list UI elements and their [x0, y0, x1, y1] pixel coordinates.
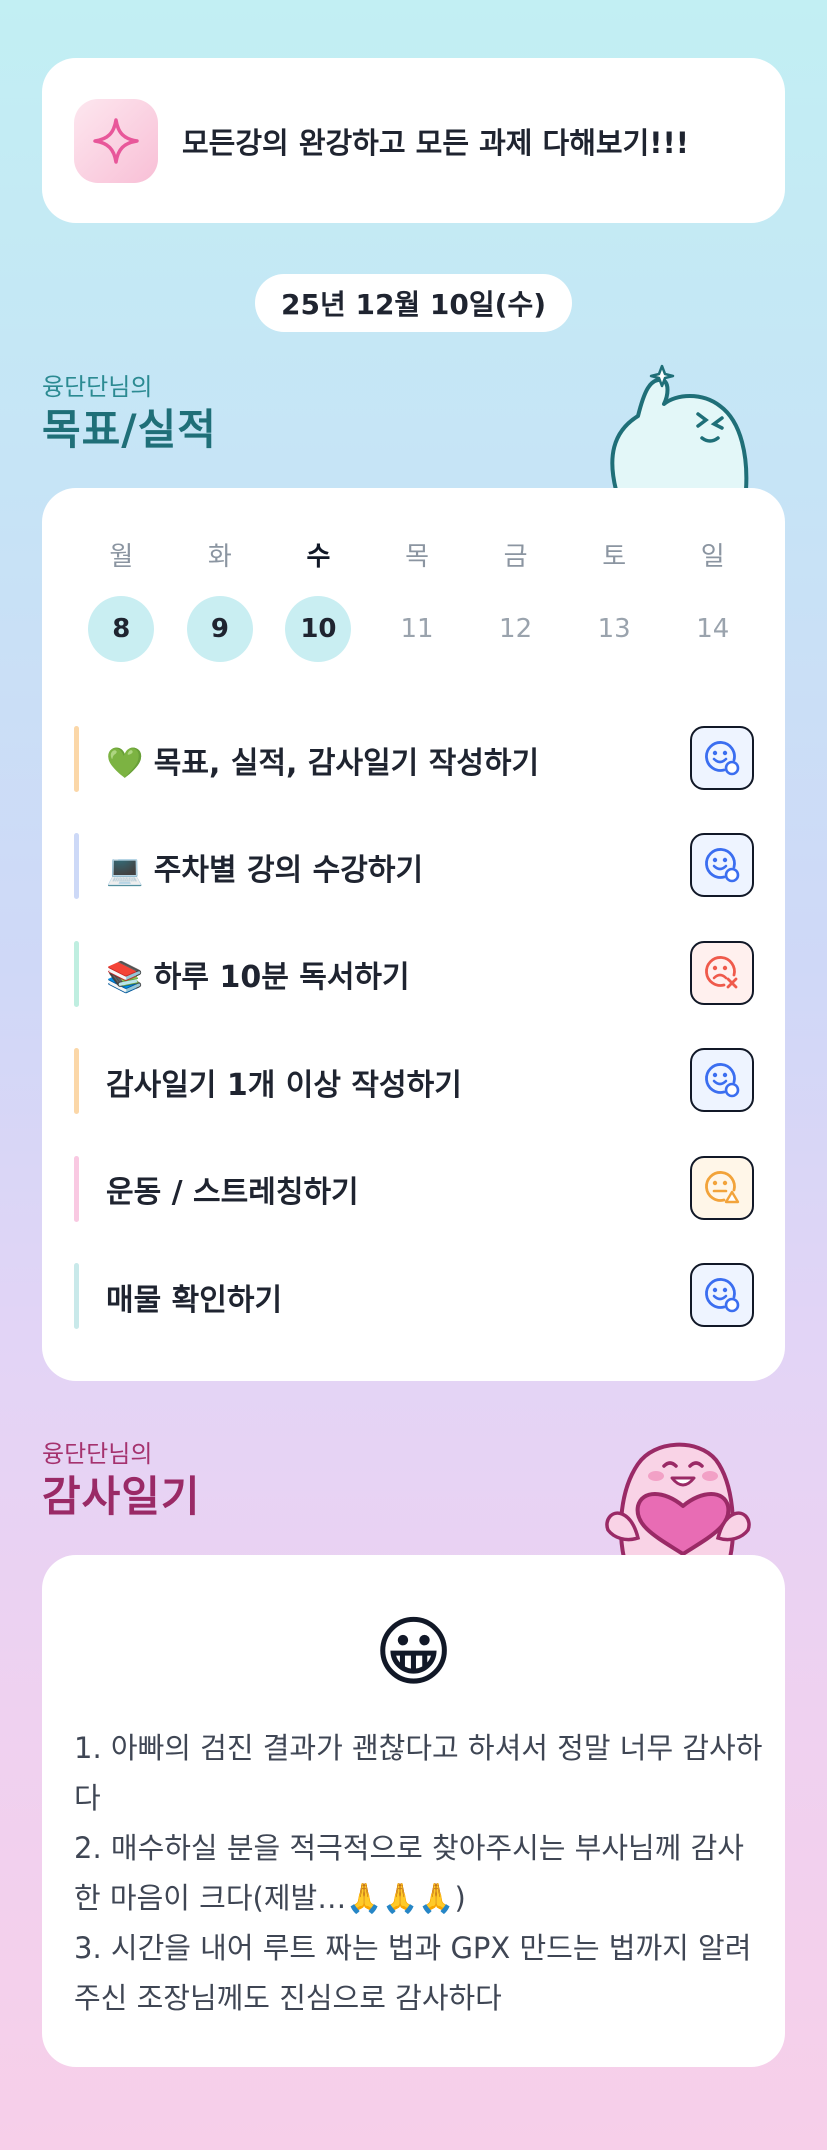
task-item[interactable]: 📚 하루 10분 독서하기 [74, 921, 754, 1028]
task-color-bar [74, 1048, 79, 1115]
task-label: 매물 확인하기 [106, 1282, 283, 1318]
weekday-label: 토 [602, 542, 627, 572]
task-item[interactable]: 💻 주차별 강의 수강하기 [74, 813, 754, 920]
goal-text: 모든강의 완강하고 모든 과제 다해보기!!! [182, 125, 689, 160]
day-cell[interactable]: 9 [171, 596, 270, 662]
day-cell[interactable]: 14 [663, 596, 762, 662]
task-list: 💚 목표, 실적, 감사일기 작성하기 💻 주차별 강의 수강하기 📚 하루 1… [74, 706, 754, 1350]
day-row: 8 9 10 11 12 13 14 [72, 596, 762, 662]
task-item[interactable]: 💚 목표, 실적, 감사일기 작성하기 [74, 706, 754, 813]
heart-mascot-icon [605, 1442, 751, 1558]
day-cell[interactable]: 13 [565, 596, 664, 662]
task-color-bar [74, 1155, 79, 1222]
task-label: 감사일기 1개 이상 작성하기 [106, 1067, 462, 1103]
weekday-label: 목 [405, 542, 429, 572]
weekday-label: 금 [503, 542, 528, 572]
task-color-bar [74, 726, 79, 792]
task-item[interactable]: 운동 / 스트레칭하기 [74, 1136, 754, 1243]
day-cell[interactable]: 10 [269, 596, 368, 662]
date-selector[interactable]: 25년 12월 10일(수) [255, 274, 572, 332]
day-number: 14 [696, 614, 730, 644]
weekday-label-today: 수 [306, 542, 331, 572]
task-label: 💻 주차별 강의 수강하기 [106, 853, 424, 889]
weekday-label: 화 [207, 542, 232, 572]
day-number: 11 [400, 614, 434, 644]
diary-card: 😀 1. 아빠의 검진 결과가 괜찮다고 하셔서 정말 너무 감사하다 2. 매… [42, 1555, 785, 2067]
task-item[interactable]: 감사일기 1개 이상 작성하기 [74, 1028, 754, 1135]
weekday-label: 월 [109, 542, 134, 572]
status-good-icon[interactable] [690, 726, 754, 790]
task-label: 📚 하루 10분 독서하기 [106, 960, 410, 996]
day-number: 9 [186, 596, 253, 662]
sparkle-icon [74, 98, 158, 183]
status-good-icon[interactable] [690, 1048, 754, 1113]
day-number: 13 [597, 614, 631, 644]
day-number: 10 [285, 596, 352, 662]
day-cell[interactable]: 11 [368, 596, 467, 662]
diary-line: 2. 매수하실 분을 적극적으로 찾아주시는 부사님께 감사한 마음이 크다(제… [74, 1831, 744, 1915]
goal-banner[interactable]: 모든강의 완강하고 모든 과제 다해보기!!! [42, 58, 785, 223]
diary-line: 1. 아빠의 검진 결과가 괜찮다고 하셔서 정말 너무 감사하다 [74, 1731, 763, 1815]
status-bad-icon[interactable] [690, 940, 754, 1005]
task-color-bar [74, 940, 79, 1007]
weekday-row: 월 화 수 목 금 토 일 [72, 536, 762, 573]
task-color-bar [74, 1262, 79, 1329]
goals-card: 월 화 수 목 금 토 일 8 9 10 11 12 13 14 💚 목표, 실… [42, 488, 785, 1381]
task-item[interactable]: 매물 확인하기 [74, 1243, 754, 1350]
diary-text: 1. 아빠의 검진 결과가 괜찮다고 하셔서 정말 너무 감사하다 2. 매수하… [74, 1723, 764, 2023]
status-mid-icon[interactable] [690, 1155, 754, 1220]
status-good-icon[interactable] [690, 1262, 754, 1327]
ghost-mascot-icon [610, 364, 749, 490]
mood-emoji: 😀 [373, 1607, 454, 1696]
weekday-label: 일 [700, 542, 725, 572]
day-cell[interactable]: 12 [466, 596, 565, 662]
goals-section-title: 목표/실적 [42, 405, 217, 454]
status-good-icon[interactable] [690, 833, 754, 898]
diary-line: 3. 시간을 내어 루트 짜는 법과 GPX 만드는 법까지 알려주신 조장님께… [74, 1931, 752, 2015]
task-color-bar [74, 833, 79, 900]
task-label: 운동 / 스트레칭하기 [106, 1175, 359, 1211]
day-cell[interactable]: 8 [72, 596, 171, 662]
day-number: 12 [499, 614, 533, 644]
diary-section-title: 감사일기 [42, 1472, 201, 1521]
day-number: 8 [88, 596, 155, 662]
task-label: 💚 목표, 실적, 감사일기 작성하기 [106, 745, 540, 781]
